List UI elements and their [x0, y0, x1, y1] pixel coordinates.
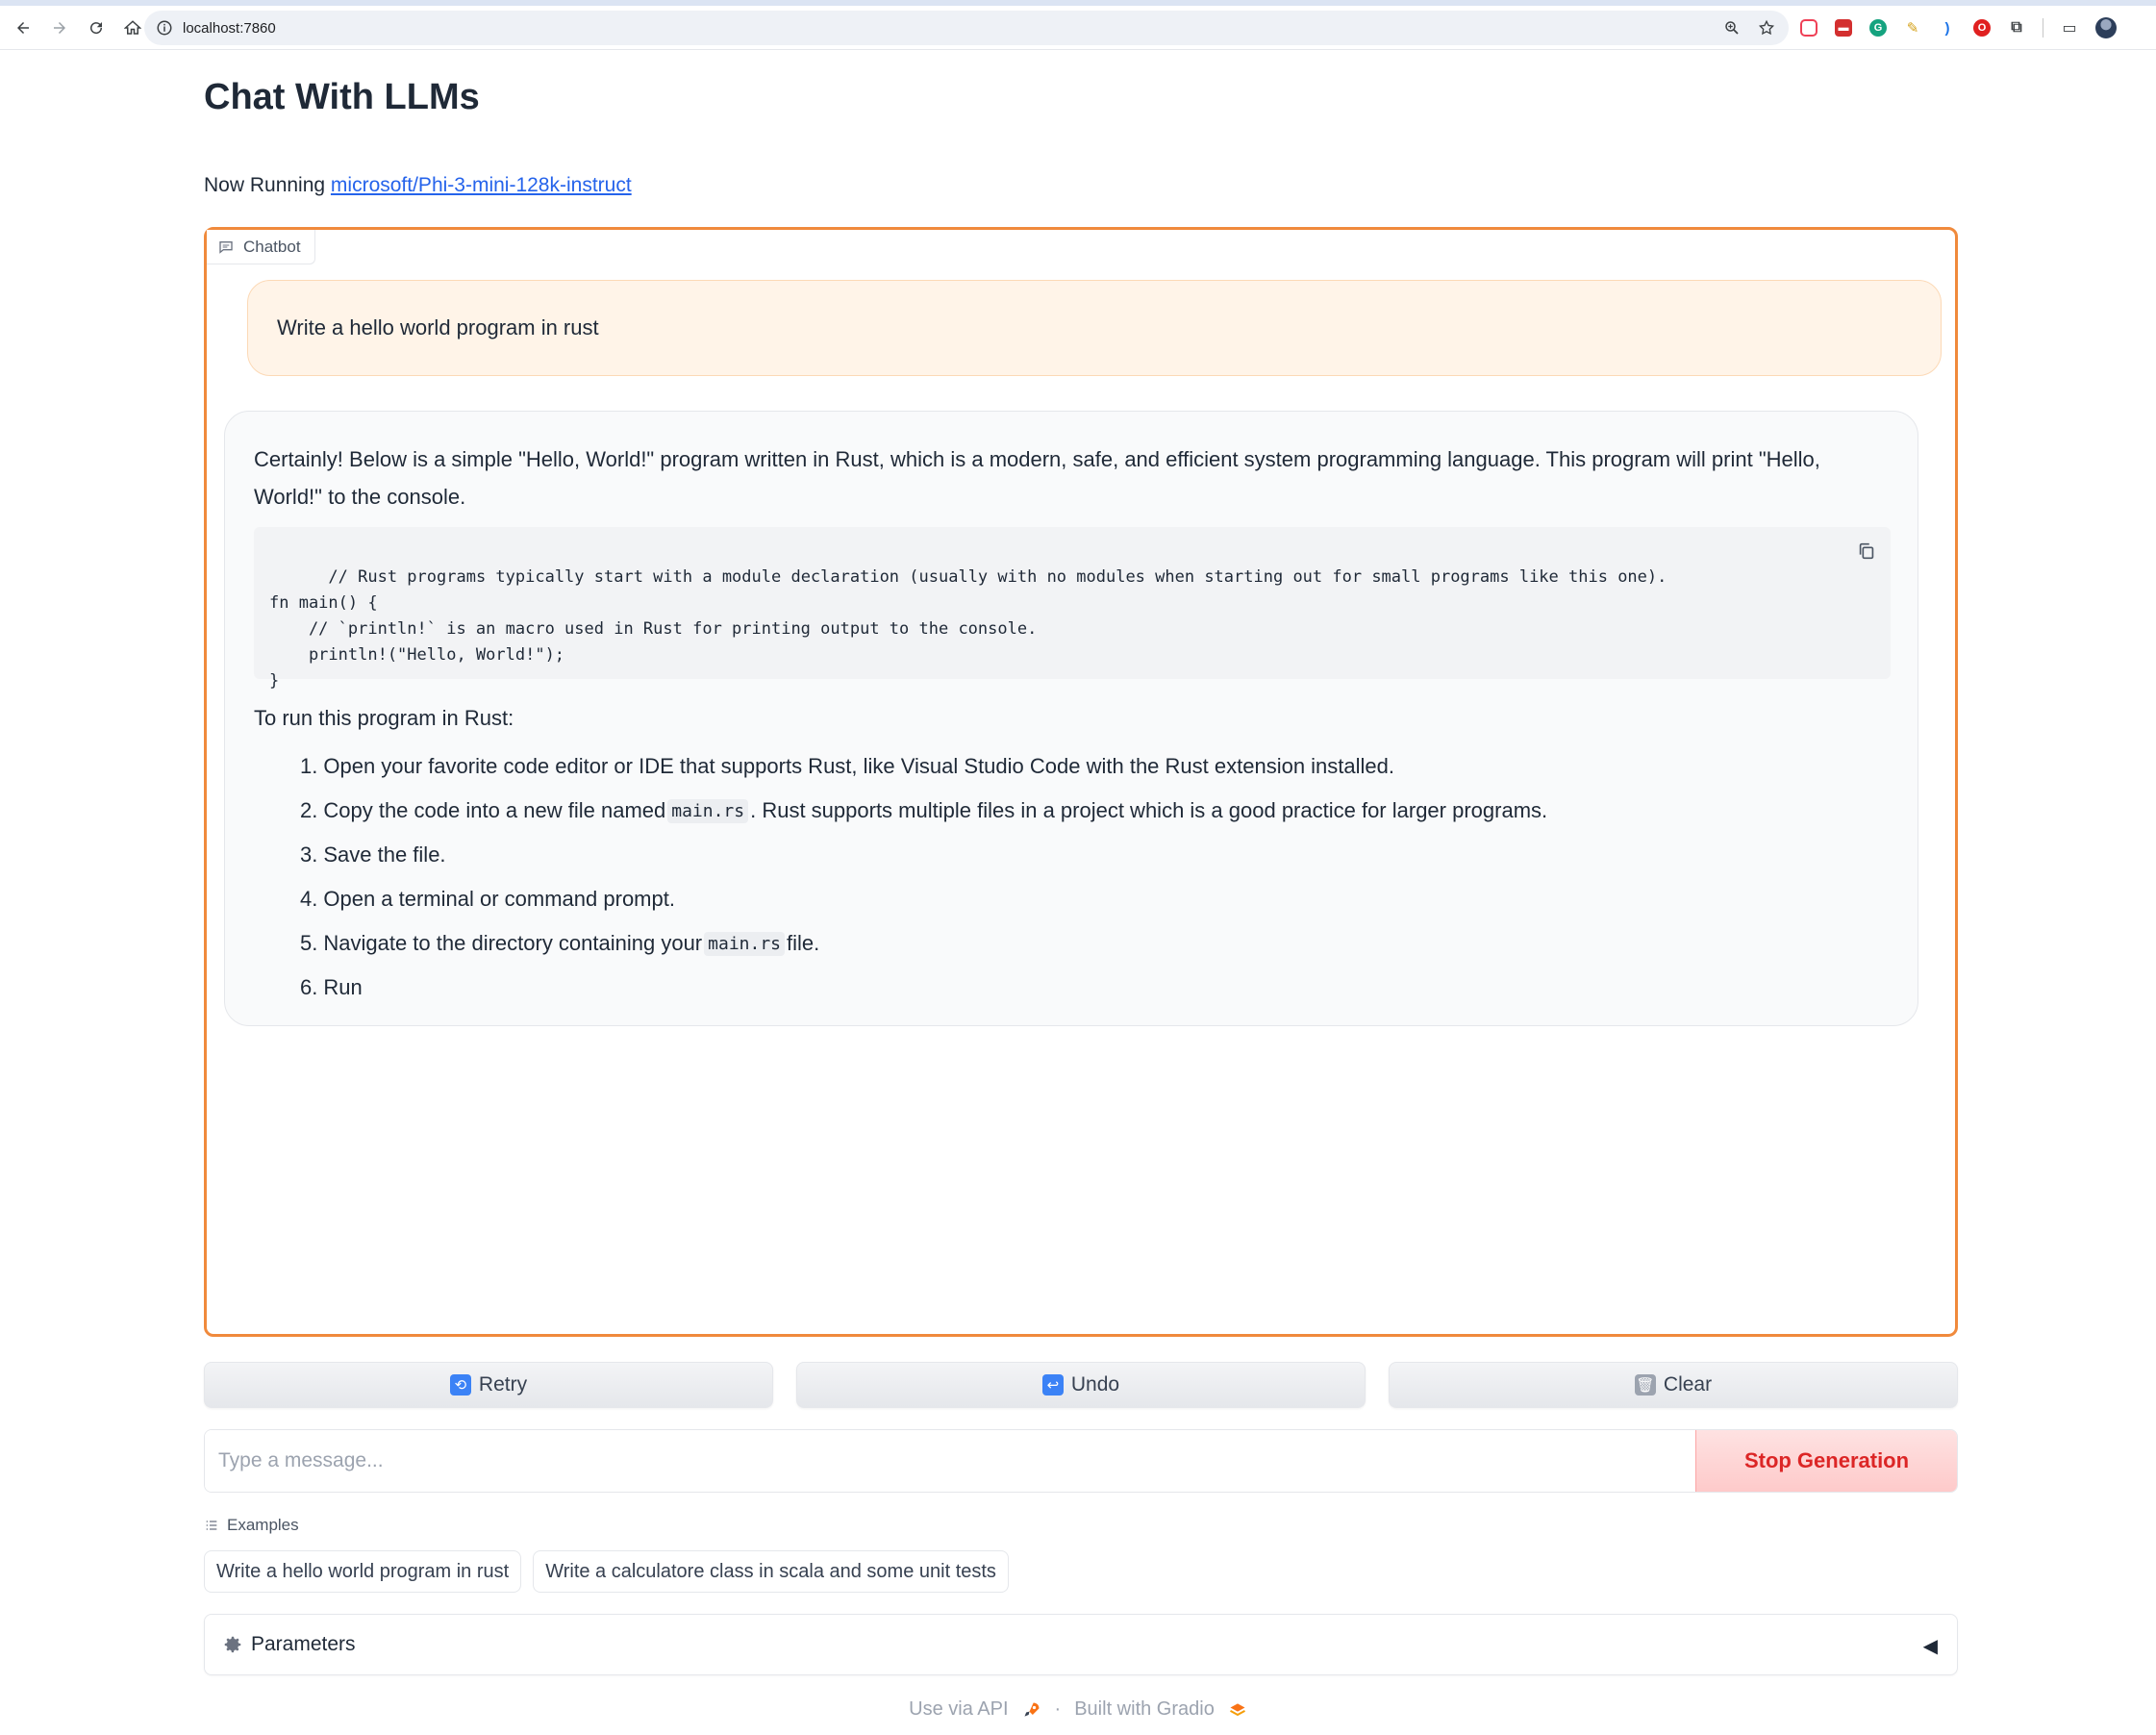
examples-list: Write a hello world program in rust Writ… [204, 1550, 1009, 1593]
parameters-label: Parameters [251, 1633, 356, 1655]
grammarly-extension-icon[interactable]: G [1869, 19, 1887, 37]
step-text: Open your favorite code editor or IDE th… [323, 754, 1394, 778]
bookmark-star-icon[interactable] [1758, 19, 1775, 37]
step-number: 6. [300, 975, 318, 999]
list-item: 3. Save the file. [300, 833, 1889, 877]
stop-generation-button[interactable]: Stop Generation [1695, 1430, 1957, 1492]
step-text-after: . Rust supports multiple files in a proj… [750, 798, 1548, 822]
retry-button[interactable]: ⟲ Retry [204, 1362, 773, 1408]
example-calculator-scala[interactable]: Write a calculatore class in scala and s… [533, 1550, 1009, 1593]
parameters-accordion[interactable]: Parameters ◀ [204, 1614, 1958, 1675]
pocket-extension-icon[interactable] [1800, 19, 1818, 37]
zoom-icon[interactable] [1723, 19, 1741, 37]
page-title: Chat With LLMs [204, 77, 480, 117]
chatbot-label: Chatbot [207, 230, 315, 264]
profile-avatar[interactable] [2095, 17, 2117, 38]
inline-code: main.rs [704, 931, 785, 956]
collapse-arrow-icon[interactable]: ◀ [1923, 1634, 1938, 1658]
code-content: // Rust programs typically start with a … [269, 567, 1667, 691]
example-hello-world-rust[interactable]: Write a hello world program in rust [204, 1550, 522, 1593]
list-item: 4. Open a terminal or command prompt. [300, 877, 1889, 921]
url-text: localhost:7860 [183, 19, 276, 37]
list-icon [206, 1521, 217, 1530]
reload-button[interactable] [79, 11, 113, 45]
back-button[interactable] [6, 11, 40, 45]
built-with-gradio-link[interactable]: Built with Gradio [1074, 1698, 1215, 1721]
clear-label: Clear [1663, 1373, 1713, 1396]
bot-intro-text: Certainly! Below is a simple "Hello, Wor… [254, 447, 1820, 509]
footer: Use via API · Built with Gradio [0, 1698, 2156, 1721]
wave-extension-icon[interactable]: ) [1939, 19, 1956, 37]
step-text: Open a terminal or command prompt. [323, 887, 675, 911]
examples-label-text: Examples [227, 1516, 299, 1534]
chatbot-label-text: Chatbot [243, 237, 301, 256]
step-number: 2. [300, 798, 318, 822]
reload-icon [90, 21, 103, 34]
step-text: Navigate to the directory containing you… [323, 931, 703, 955]
list-item: 6. Run [300, 966, 1889, 1010]
arrow-left-icon [17, 21, 29, 34]
list-item: 2. Copy the code into a new file named m… [300, 789, 1889, 833]
undo-button[interactable]: ↩ Undo [796, 1362, 1366, 1408]
use-via-api-link[interactable]: Use via API [909, 1698, 1008, 1721]
step-text: Run [323, 975, 363, 999]
bot-message: Certainly! Below is a simple "Hello, Wor… [224, 411, 1918, 1026]
gradio-logo-icon [1228, 1700, 1247, 1720]
home-icon [124, 19, 141, 35]
opera-extension-icon[interactable]: O [1973, 19, 1991, 37]
forward-button[interactable] [42, 11, 77, 45]
action-buttons: ⟲ Retry ↩ Undo 🗑 Clear [204, 1362, 1958, 1408]
inline-code: main.rs [667, 798, 749, 823]
step-text: Save the file. [323, 842, 446, 867]
footer-separator: · [1054, 1698, 1062, 1720]
steps-list: 1. Open your favorite code editor or IDE… [300, 744, 1889, 1010]
code-block: // Rust programs typically start with a … [254, 527, 1891, 691]
model-link[interactable]: microsoft/Phi-3-mini-128k-instruct [331, 174, 632, 196]
site-info-icon[interactable] [156, 19, 173, 37]
examples-label: Examples [204, 1516, 299, 1535]
message-input[interactable] [205, 1430, 1695, 1492]
red-extension-icon[interactable]: ▬ [1835, 19, 1852, 37]
rocket-icon [1022, 1700, 1041, 1720]
step-text: Copy the code into a new file named [323, 798, 666, 822]
retry-icon: ⟲ [449, 1374, 471, 1396]
puzzle-extension-icon[interactable]: ⧉ [2008, 19, 2025, 37]
browser-toolbar: localhost:7860 ▬ G ✎ ) O ⧉ ▭ [0, 6, 2156, 50]
extensions-tray: ▬ G ✎ ) O ⧉ ▭ [1800, 11, 2117, 45]
list-item: 5. Navigate to the directory containing … [300, 921, 1889, 966]
broom-extension-icon[interactable]: ✎ [1904, 19, 1921, 37]
retry-label: Retry [478, 1373, 528, 1396]
chat-bubble-icon [219, 240, 233, 254]
gear-icon [224, 1636, 241, 1653]
step-number: 5. [300, 931, 318, 955]
chatbot-panel: Chatbot Write a hello world program in r… [204, 227, 1958, 1337]
user-message: Write a hello world program in rust [247, 280, 1942, 376]
message-input-row: Stop Generation [204, 1429, 1958, 1493]
run-heading: To run this program in Rust: [254, 706, 514, 730]
copy-icon[interactable] [1856, 541, 1877, 562]
step-text-after: file. [787, 931, 820, 955]
cast-icon[interactable]: ▭ [2061, 19, 2078, 37]
step-number: 3. [300, 842, 318, 867]
undo-icon: ↩ [1041, 1374, 1064, 1396]
address-bar[interactable]: localhost:7860 [144, 11, 1789, 45]
trash-icon: 🗑 [1634, 1374, 1656, 1396]
running-prefix: Now Running [204, 174, 326, 196]
step-number: 1. [300, 754, 318, 778]
undo-label: Undo [1070, 1373, 1120, 1396]
arrow-right-icon [54, 21, 65, 34]
model-status: Now Running microsoft/Phi-3-mini-128k-in… [204, 174, 632, 197]
list-item: 1. Open your favorite code editor or IDE… [300, 744, 1889, 789]
step-number: 4. [300, 887, 318, 911]
clear-button[interactable]: 🗑 Clear [1389, 1362, 1958, 1408]
